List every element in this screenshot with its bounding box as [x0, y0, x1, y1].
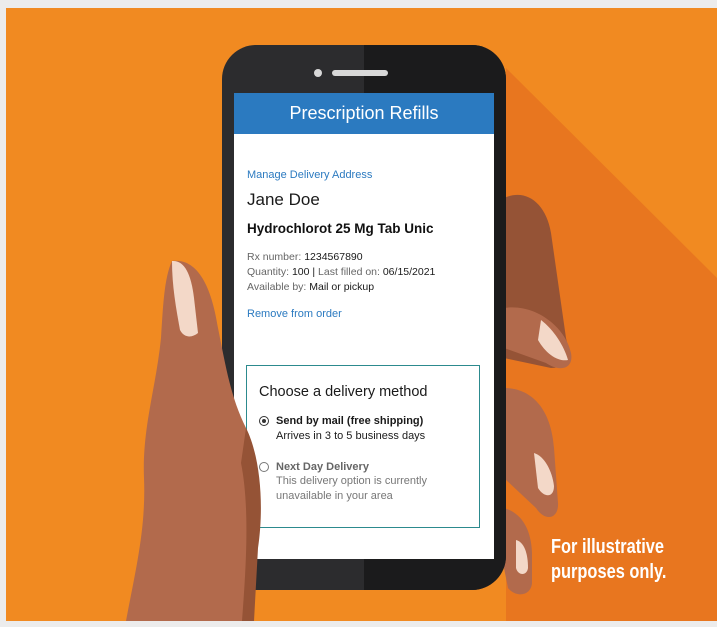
- disclaimer-line-2: purposes only.: [551, 561, 667, 583]
- illustration-scene: Prescription Refills Manage Delivery Add…: [6, 8, 717, 621]
- hand-front-illustration: [126, 260, 261, 621]
- disclaimer-line-1: For illustrative: [551, 536, 665, 558]
- disclaimer-text: For illustrative purposes only.: [551, 535, 674, 585]
